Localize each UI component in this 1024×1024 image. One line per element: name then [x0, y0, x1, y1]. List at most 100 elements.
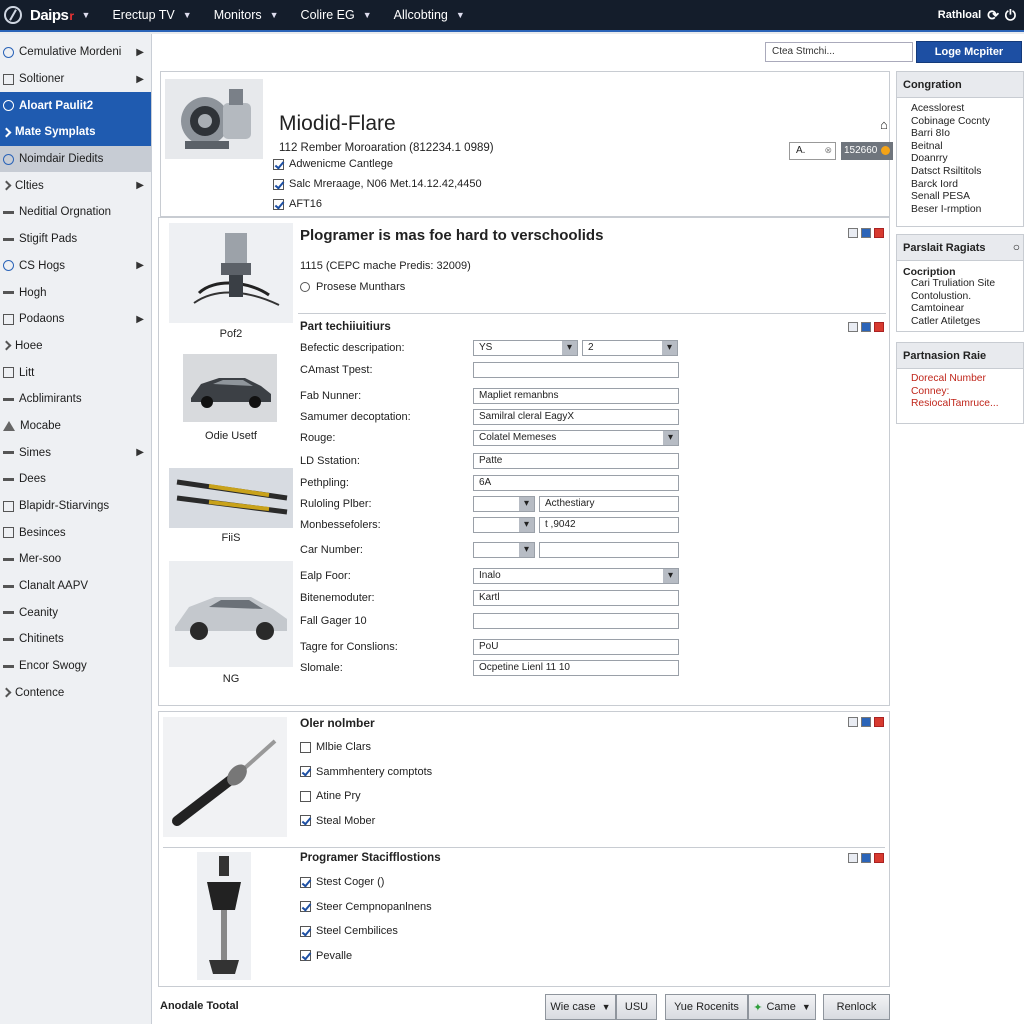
select-field[interactable]: Colatel Memeses: [473, 430, 679, 446]
checkbox[interactable]: [273, 178, 284, 190]
sidebar-item[interactable]: Hoee: [0, 333, 151, 360]
search-input[interactable]: Ctea Stmchi...: [765, 42, 913, 62]
chevron-right-icon[interactable]: ▶: [136, 447, 144, 458]
sidebar-item[interactable]: Litt: [0, 359, 151, 386]
checkbox[interactable]: [273, 198, 284, 210]
select-field[interactable]: YS: [473, 340, 578, 356]
link-item[interactable]: Conney:: [897, 386, 1023, 399]
link-item[interactable]: Doanrry: [897, 153, 1023, 166]
chevron-down-icon[interactable]: ▼: [82, 10, 91, 20]
chevron-right-icon[interactable]: ▶: [136, 314, 144, 325]
brand-logo-icon[interactable]: [4, 6, 22, 24]
sidebar-item[interactable]: Soltioner ▶: [0, 66, 151, 93]
sidebar-item[interactable]: Cemulative Mordeni ▶: [0, 39, 151, 66]
select-field[interactable]: [473, 517, 535, 533]
sidebar-item[interactable]: Stigift Pads: [0, 226, 151, 253]
checkbox-row[interactable]: Steal Mober: [300, 815, 375, 827]
sidebar-item[interactable]: Clanalt AAPV: [0, 573, 151, 600]
clear-icon[interactable]: ⊗: [824, 145, 832, 156]
select-field[interactable]: [473, 496, 535, 512]
sidebar-item[interactable]: Clties ▶: [0, 172, 151, 199]
checkbox-row[interactable]: AFT16: [273, 198, 322, 210]
recents-button[interactable]: Yue Rocenits: [665, 994, 748, 1020]
menu-item-colire[interactable]: Colire EG ▼: [301, 8, 372, 22]
sidebar-item[interactable]: Aloart Paulit2: [0, 92, 151, 120]
checkbox-row[interactable]: Salc Mreraage, N06 Met.14.12.42,4450: [273, 178, 482, 190]
checkbox-row[interactable]: Pevalle: [300, 950, 352, 962]
came-button[interactable]: ✦ Came ▼: [748, 994, 816, 1020]
filter-field[interactable]: A. ⊗: [789, 142, 836, 160]
checkbox-row[interactable]: Steel Cembilices: [300, 925, 398, 937]
checkbox-row[interactable]: Steer Cempnopanlnens: [300, 901, 432, 913]
primary-action-button[interactable]: Loge Mcpiter: [916, 41, 1022, 63]
text-field[interactable]: PoU: [473, 639, 679, 655]
chevron-right-icon[interactable]: ▶: [136, 180, 144, 191]
renlock-button[interactable]: Renlock: [823, 994, 890, 1020]
wie-case-button[interactable]: Wie case ▼: [545, 994, 616, 1020]
link-item[interactable]: ResiocalTamruce...: [897, 398, 1023, 411]
brand-name[interactable]: Daipsr: [30, 7, 74, 24]
text-field[interactable]: Patte: [473, 453, 679, 469]
user-label[interactable]: Rathloal: [938, 9, 981, 21]
sidebar-item[interactable]: Hogh: [0, 279, 151, 306]
power-icon[interactable]: ⏻: [1005, 7, 1016, 24]
sidebar-item[interactable]: Dees: [0, 466, 151, 493]
sidebar-item[interactable]: Ceanity: [0, 599, 151, 626]
search-icon[interactable]: ○: [1013, 240, 1020, 254]
save-icon[interactable]: [861, 717, 871, 727]
select-field[interactable]: Inalo: [473, 568, 679, 584]
link-item[interactable]: Cari Truliation Site: [897, 278, 1023, 291]
checkbox-row[interactable]: Adwenicme Cantlege: [273, 158, 393, 170]
menu-item-allcobting[interactable]: Allcobting ▼: [394, 8, 465, 22]
gallery-image-struts[interactable]: [169, 468, 293, 528]
gallery-image-sedan-silver[interactable]: [169, 561, 293, 667]
chevron-right-icon[interactable]: ▶: [136, 260, 144, 271]
link-item[interactable]: Barri 8Io: [897, 128, 1023, 141]
text-field[interactable]: Ocpetine Lienl 11 10: [473, 660, 679, 676]
gallery-image-engine-part[interactable]: [169, 223, 293, 323]
sidebar-item[interactable]: Mer-soo: [0, 546, 151, 573]
text-field[interactable]: Mapliet remanbns: [473, 388, 679, 404]
link-item[interactable]: Beser I-rmption: [897, 204, 1023, 217]
menu-item-monitors[interactable]: Monitors ▼: [214, 8, 279, 22]
edit-icon[interactable]: [848, 853, 858, 863]
checkbox-row[interactable]: Sammhentery comptots: [300, 766, 432, 778]
checkbox[interactable]: [300, 815, 311, 826]
link-item[interactable]: Dorecal Number: [897, 373, 1023, 386]
close-icon[interactable]: [874, 717, 884, 727]
link-item[interactable]: Beitnal: [897, 141, 1023, 154]
link-item[interactable]: Camtoinear: [897, 303, 1023, 316]
edit-icon[interactable]: [848, 228, 858, 238]
save-icon[interactable]: [861, 322, 871, 332]
text-field[interactable]: Kartl: [473, 590, 679, 606]
sidebar-item[interactable]: Encor Swogy: [0, 653, 151, 680]
select-field[interactable]: [473, 542, 535, 558]
checkbox-row[interactable]: Atine Pry: [300, 790, 361, 802]
sidebar-item[interactable]: Contence: [0, 680, 151, 707]
gallery-image-sedan-dark[interactable]: [183, 354, 277, 422]
text-field[interactable]: [473, 613, 679, 629]
close-icon[interactable]: [874, 322, 884, 332]
text-field[interactable]: [473, 362, 679, 378]
sidebar-item[interactable]: Podaons ▶: [0, 306, 151, 333]
save-icon[interactable]: [861, 853, 871, 863]
close-icon[interactable]: [874, 228, 884, 238]
select-field[interactable]: 2: [582, 340, 678, 356]
sidebar-item[interactable]: Chitinets: [0, 626, 151, 653]
chevron-right-icon[interactable]: ▶: [136, 47, 144, 58]
checkbox[interactable]: [300, 950, 311, 961]
sidebar-item[interactable]: Acblimirants: [0, 386, 151, 413]
checkbox[interactable]: [300, 876, 311, 888]
checkbox[interactable]: [300, 901, 311, 912]
link-item[interactable]: Senall PESA: [897, 191, 1023, 204]
home-icon[interactable]: ⌂: [880, 117, 888, 132]
sidebar-item[interactable]: CS Hogs ▶: [0, 253, 151, 280]
sidebar-item[interactable]: Mocabe: [0, 413, 151, 440]
sidebar-item[interactable]: Neditial Orgnation: [0, 199, 151, 226]
text-field[interactable]: t ,9042: [539, 517, 679, 533]
menu-item-erectup-tv[interactable]: Erectup TV ▼: [112, 8, 191, 22]
checkbox[interactable]: [273, 158, 284, 170]
text-field[interactable]: Acthestiary: [539, 496, 679, 512]
edit-icon[interactable]: [848, 717, 858, 727]
text-field[interactable]: Samilral cleral EagyX: [473, 409, 679, 425]
